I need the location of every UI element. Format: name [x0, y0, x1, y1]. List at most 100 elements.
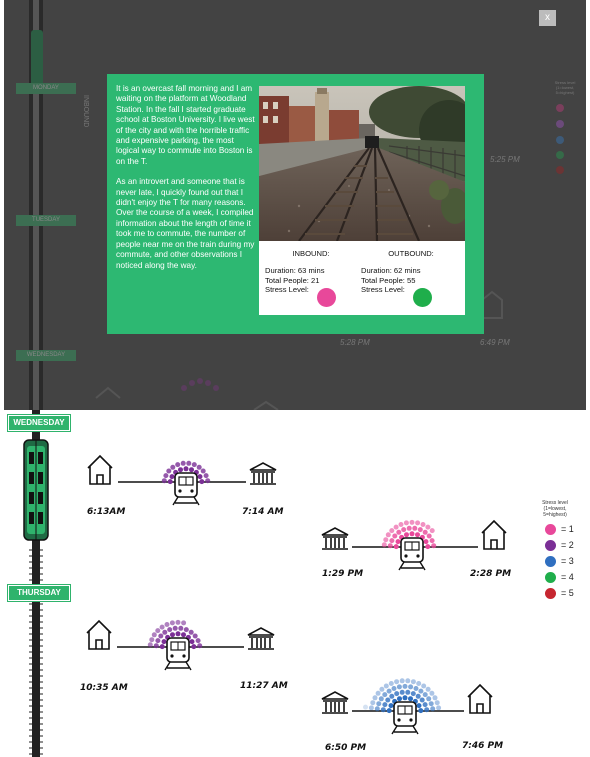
depart-time: 6:13AM: [87, 507, 126, 517]
passenger-dot: [421, 683, 427, 689]
inbound-duration: Duration: 63 mins: [265, 266, 325, 276]
passenger-dot: [429, 690, 435, 696]
passenger-dot: [183, 627, 189, 633]
passenger-dot: [203, 473, 209, 479]
arrive-time: 11:27 AM: [240, 681, 288, 691]
passenger-dot: [183, 466, 189, 472]
train-headlight: [182, 654, 186, 658]
passenger-dot: [406, 525, 412, 531]
legend-color-dot: [545, 556, 556, 567]
passenger-dot: [159, 624, 165, 630]
passenger-dot: [430, 706, 436, 712]
passenger-dot: [413, 686, 419, 691]
train-headlight: [397, 718, 401, 722]
passenger-dot: [423, 539, 429, 545]
passenger-dot: [191, 462, 197, 468]
train-headlight: [409, 718, 413, 722]
depart-time: 6:50 PM: [325, 743, 367, 753]
train-headlight: [416, 554, 420, 558]
passenger-dot: [363, 704, 368, 710]
passenger-dot: [403, 520, 409, 526]
passenger-dot: [418, 708, 424, 714]
dimmed-rail-label: INBOUND: [82, 95, 89, 128]
passenger-dot: [388, 703, 394, 709]
passenger-dot: [408, 684, 414, 690]
passenger-dot: [394, 679, 400, 685]
passenger-dot: [422, 702, 428, 708]
outbound-duration: Duration: 62 mins: [361, 266, 421, 276]
house-icon: [87, 454, 113, 485]
passenger-dot: [399, 689, 405, 695]
passenger-dot: [370, 700, 376, 706]
passenger-dot: [167, 479, 173, 485]
passenger-dot: [197, 643, 203, 649]
passenger-dot: [159, 644, 165, 650]
story-modal: It is an overcast fall morning and I am …: [107, 74, 484, 334]
passenger-dot: [404, 532, 409, 538]
passenger-dot: [380, 707, 386, 713]
passenger-dot: [415, 693, 421, 699]
arrive-time: 7:46 PM: [462, 741, 504, 751]
passenger-dot: [175, 631, 181, 637]
passenger-dot: [415, 520, 421, 526]
inbound-stress-dot: [317, 288, 336, 307]
passenger-dot: [178, 625, 184, 631]
passenger-dot: [418, 688, 424, 694]
passenger-dot: [169, 620, 175, 626]
passenger-dot: [383, 683, 389, 689]
passenger-dot: [178, 467, 183, 473]
dimmed-time: 5:28 PM: [340, 338, 370, 347]
passenger-dot: [205, 478, 211, 484]
passenger-dot: [147, 642, 153, 648]
passenger-dot: [391, 686, 397, 691]
passenger-dot: [426, 696, 432, 702]
passenger-dot: [372, 695, 378, 701]
passenger-dot: [429, 538, 435, 544]
passenger-dot: [396, 529, 402, 535]
passenger-dot: [432, 695, 438, 701]
train-headlight: [404, 554, 408, 558]
passenger-dot: [379, 686, 385, 692]
train-tracks-photo: [259, 86, 465, 241]
outbound-stress-label: Stress Level:: [361, 285, 405, 295]
passenger-dot: [191, 644, 197, 650]
close-button[interactable]: x: [539, 10, 556, 26]
passenger-dot: [188, 629, 194, 635]
passenger-dot: [416, 681, 422, 686]
legend-label: = 1: [561, 524, 574, 534]
outbound-stats: OUTBOUND: Duration: 62 mins Total People…: [361, 249, 461, 295]
passenger-dot: [397, 696, 402, 702]
passenger-dot: [167, 627, 173, 633]
outbound-stress-dot: [413, 288, 432, 307]
passenger-dot: [409, 531, 415, 537]
passenger-dot: [155, 628, 161, 634]
train-rails: [164, 661, 192, 671]
passenger-dot: [422, 529, 428, 535]
passenger-dot: [383, 537, 389, 543]
legend-color-dot: [545, 572, 556, 583]
office-building-icon: [249, 462, 277, 485]
passenger-dot: [429, 528, 435, 534]
passenger-dot: [431, 543, 437, 549]
passenger-dot: [402, 695, 408, 701]
passenger-dot: [181, 632, 186, 638]
stress-legend: Stress level (1=lowest, 5=highest): [530, 500, 580, 518]
depart-time: 1:29 PM: [322, 569, 364, 579]
passenger-dot: [175, 462, 181, 468]
passenger-dot: [436, 705, 442, 711]
passenger-dot: [195, 638, 201, 644]
story-paragraph: It is an overcast fall morning and I am …: [116, 84, 255, 166]
passenger-dot: [186, 460, 192, 466]
passenger-dot: [155, 638, 161, 644]
passenger-dot: [405, 689, 411, 695]
passenger-dot: [172, 625, 178, 631]
passenger-dot: [175, 619, 181, 625]
inbound-stress-label: Stress Level:: [265, 285, 309, 295]
passenger-dot: [393, 544, 399, 550]
passenger-dot: [162, 629, 168, 635]
passenger-dot: [424, 707, 430, 713]
passenger-dot: [163, 473, 169, 479]
passenger-dot: [376, 701, 382, 707]
passenger-dot: [382, 702, 388, 708]
passenger-dot: [402, 683, 408, 689]
